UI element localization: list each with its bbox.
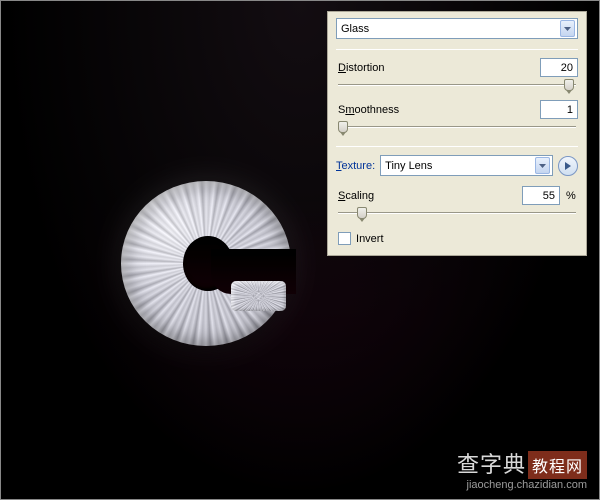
- slider-thumb[interactable]: [357, 207, 367, 219]
- scaling-label: Scaling: [336, 190, 516, 202]
- watermark-url: jiaocheng.chazidian.com: [457, 479, 587, 491]
- scaling-input[interactable]: [522, 186, 560, 205]
- texture-label: Texture:: [336, 160, 375, 172]
- smoothness-input[interactable]: [540, 100, 578, 119]
- slider-thumb[interactable]: [338, 121, 348, 133]
- scaling-label-row: Scaling %: [336, 186, 578, 205]
- scaling-unit: %: [566, 190, 578, 202]
- texture-row: Texture: Tiny Lens: [336, 155, 578, 176]
- filter-type-select[interactable]: Glass: [336, 18, 578, 39]
- texture-menu-button[interactable]: [558, 156, 578, 176]
- invert-row: Invert: [336, 232, 578, 245]
- smoothness-control: Smoothness: [336, 100, 578, 136]
- invert-label: Invert: [356, 233, 384, 245]
- chevron-down-icon: [535, 157, 550, 174]
- chevron-down-icon: [560, 20, 575, 37]
- texture-value: Tiny Lens: [385, 160, 535, 172]
- distortion-slider[interactable]: [338, 80, 576, 94]
- distortion-input[interactable]: [540, 58, 578, 77]
- watermark-title: 查字典教程网: [457, 447, 587, 479]
- letter-g-bar: [231, 281, 286, 311]
- smoothness-label: Smoothness: [336, 104, 399, 116]
- watermark: 查字典教程网 jiaocheng.chazidian.com: [457, 447, 587, 491]
- smoothness-slider[interactable]: [338, 122, 576, 136]
- styled-letter-g: [121, 181, 291, 346]
- texture-select[interactable]: Tiny Lens: [380, 155, 553, 176]
- glass-filter-panel: Glass Distortion Smoothness Texture: Tin…: [327, 11, 587, 256]
- distortion-control: Distortion: [336, 58, 578, 94]
- divider: [336, 146, 578, 147]
- invert-checkbox[interactable]: [338, 232, 351, 245]
- slider-thumb[interactable]: [564, 79, 574, 91]
- scaling-slider[interactable]: [338, 208, 576, 222]
- distortion-label: Distortion: [336, 62, 384, 74]
- filter-type-value: Glass: [341, 23, 560, 35]
- divider: [336, 49, 578, 50]
